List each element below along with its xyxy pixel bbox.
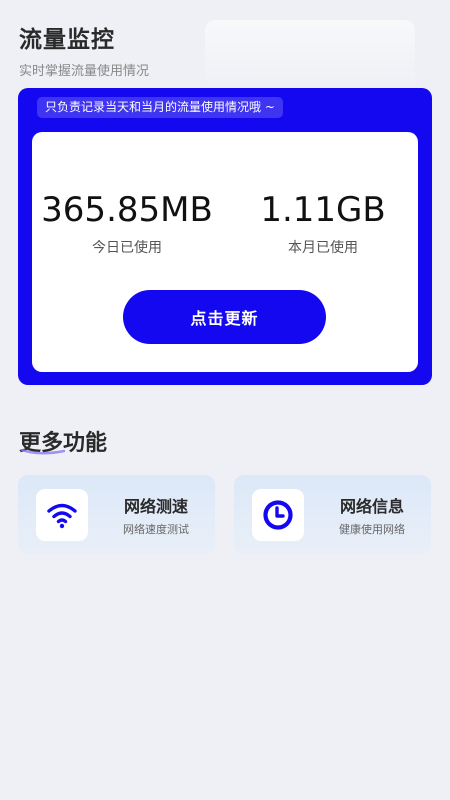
- month-usage-label: 本月已使用: [288, 240, 358, 256]
- today-usage: 365.85MB 今日已使用: [32, 189, 222, 257]
- today-usage-value: 365.85MB: [41, 190, 213, 230]
- usage-card: 只负责记录当天和当月的流量使用情况哦 ~ 365.85MB 今日已使用 1.11…: [18, 88, 432, 385]
- page-title: 流量监控: [19, 27, 115, 53]
- month-usage: 1.11GB 本月已使用: [228, 189, 418, 257]
- network-info-card[interactable]: 网络信息 健康使用网络: [234, 475, 431, 554]
- speed-test-icon-box: [36, 489, 88, 541]
- section-title-underline: [21, 449, 65, 455]
- speed-test-subtitle: 网络速度测试: [123, 523, 189, 536]
- usage-notice: 只负责记录当天和当月的流量使用情况哦 ~: [37, 97, 283, 118]
- speed-test-title: 网络测速: [123, 497, 188, 516]
- network-info-title: 网络信息: [339, 497, 404, 516]
- usage-stats-panel: 365.85MB 今日已使用 1.11GB 本月已使用 点击更新: [32, 132, 418, 372]
- network-info-icon-box: [252, 489, 304, 541]
- refresh-button[interactable]: 点击更新: [123, 290, 326, 344]
- today-usage-label: 今日已使用: [92, 240, 162, 256]
- page-subtitle: 实时掌握流量使用情况: [19, 64, 150, 79]
- speed-test-card[interactable]: 网络测速 网络速度测试: [18, 475, 215, 554]
- clock-icon: [263, 500, 293, 530]
- page-header: 流量监控 实时掌握流量使用情况: [19, 20, 149, 79]
- wifi-icon: [47, 503, 77, 529]
- month-usage-value: 1.11GB: [260, 190, 386, 230]
- header-decoration: [205, 20, 415, 90]
- network-info-subtitle: 健康使用网络: [339, 523, 405, 536]
